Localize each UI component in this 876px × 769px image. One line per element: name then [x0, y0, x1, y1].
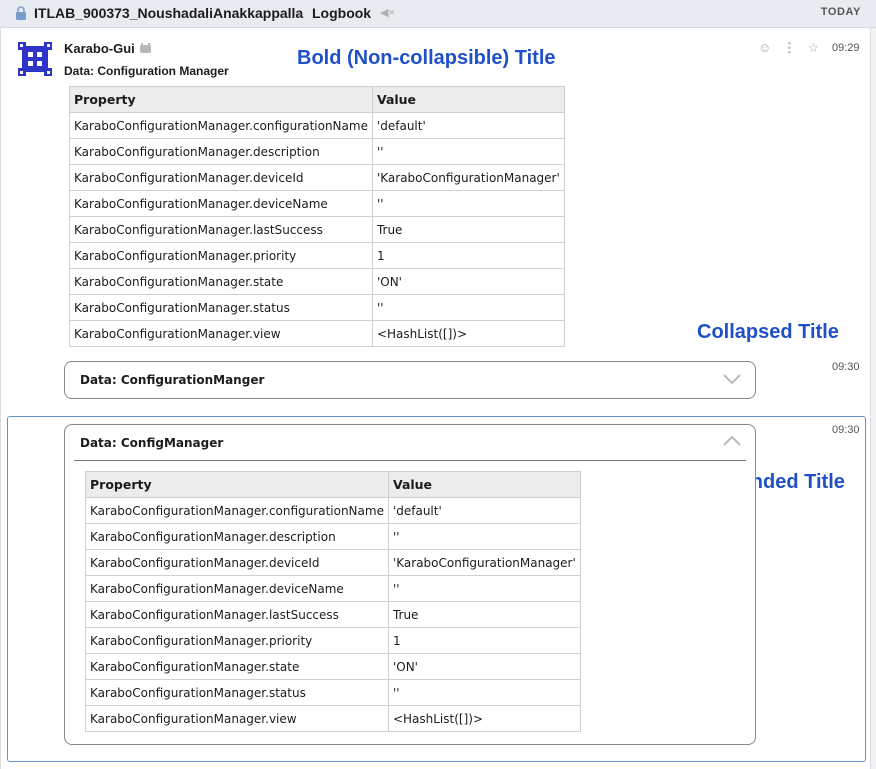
property-cell: KaraboConfigurationManager.deviceName	[69, 190, 373, 217]
lock-icon	[16, 6, 26, 20]
property-header: Property	[85, 471, 389, 498]
table-row: KaraboConfigurationManager.status ''	[69, 294, 565, 321]
value-cell: 1	[387, 627, 581, 654]
table-row: KaraboConfigurationManager.deviceId 'Kara…	[69, 164, 565, 191]
value-cell: 'KaraboConfigurationManager'	[387, 549, 581, 576]
value-cell: True	[371, 216, 565, 243]
annotation-bold-title: Bold (Non-collapsible) Title	[297, 47, 556, 69]
value-cell: ''	[387, 575, 581, 602]
property-cell: KaraboConfigurationManager.lastSuccess	[85, 601, 389, 628]
sender-name[interactable]: Karabo-Gui	[64, 41, 135, 56]
table-row: KaraboConfigurationManager.view <HashList…	[69, 320, 565, 347]
property-cell: KaraboConfigurationManager.description	[69, 138, 373, 165]
value-cell: 'ON'	[387, 653, 581, 680]
value-cell: <HashList([])>	[371, 320, 565, 347]
config-table: Property Value KaraboConfigurationManage…	[69, 86, 565, 347]
collapsed-block[interactable]: Data: ConfigurationManger	[64, 361, 756, 399]
collapsed-block-title: Data: ConfigurationManger	[80, 373, 265, 387]
property-cell: KaraboConfigurationManager.state	[85, 653, 389, 680]
property-cell: KaraboConfigurationManager.deviceId	[69, 164, 373, 191]
chevron-down-icon[interactable]	[723, 374, 741, 384]
table-row: KaraboConfigurationManager.status ''	[85, 679, 581, 706]
property-cell: KaraboConfigurationManager.view	[85, 705, 389, 732]
value-cell: ''	[387, 679, 581, 706]
table-row: KaraboConfigurationManager.priority 1	[85, 627, 581, 654]
value-cell: 'default'	[387, 497, 581, 524]
more-icon[interactable]: ⋮	[783, 40, 796, 55]
table-row: KaraboConfigurationManager.configuration…	[69, 112, 565, 139]
value-header: Value	[371, 86, 565, 113]
table-row: KaraboConfigurationManager.lastSuccess Tr…	[69, 216, 565, 243]
annotation-collapsed-title: Collapsed Title	[697, 321, 839, 343]
value-cell: ''	[371, 190, 565, 217]
property-cell: KaraboConfigurationManager.description	[85, 523, 389, 550]
message-actions: ☺ ⋮ ☆	[758, 40, 819, 56]
value-cell: ''	[371, 294, 565, 321]
table-row: KaraboConfigurationManager.state 'ON'	[69, 268, 565, 295]
emoji-icon[interactable]: ☺	[758, 40, 771, 55]
table-row: KaraboConfigurationManager.priority 1	[69, 242, 565, 269]
value-cell: 'KaraboConfigurationManager'	[371, 164, 565, 191]
value-cell: 'default'	[371, 112, 565, 139]
value-cell: ''	[387, 523, 581, 550]
property-cell: KaraboConfigurationManager.deviceId	[85, 549, 389, 576]
value-cell: 1	[371, 242, 565, 269]
message-time: 09:29	[832, 42, 860, 54]
message-title: Data: Configuration Manager	[64, 64, 229, 78]
table-row: KaraboConfigurationManager.deviceId 'Kara…	[85, 549, 581, 576]
value-cell: ''	[371, 138, 565, 165]
value-header: Value	[387, 471, 581, 498]
property-cell: KaraboConfigurationManager.priority	[69, 242, 373, 269]
expanded-block-title[interactable]: Data: ConfigManager	[80, 436, 223, 450]
property-cell: KaraboConfigurationManager.view	[69, 320, 373, 347]
value-cell: 'ON'	[371, 268, 565, 295]
bot-icon	[140, 43, 151, 53]
collapsed-block-time: 09:30	[832, 361, 860, 373]
avatar	[18, 42, 52, 76]
property-cell: KaraboConfigurationManager.lastSuccess	[69, 216, 373, 243]
date-divider: TODAY	[820, 6, 861, 18]
table-row: KaraboConfigurationManager.lastSuccess Tr…	[85, 601, 581, 628]
mute-icon[interactable]: ◀×	[380, 6, 395, 19]
expanded-block-time: 09:30	[832, 424, 860, 436]
value-cell: True	[387, 601, 581, 628]
table-row: KaraboConfigurationManager.state 'ON'	[85, 653, 581, 680]
property-cell: KaraboConfigurationManager.deviceName	[85, 575, 389, 602]
channel-header: ITLAB_900373_NoushadaliAnakkappalla › Lo…	[0, 0, 876, 28]
table-row: KaraboConfigurationManager.description ''	[69, 138, 565, 165]
star-icon[interactable]: ☆	[808, 40, 820, 55]
table-row: KaraboConfigurationManager.deviceName ''	[85, 575, 581, 602]
table-row: KaraboConfigurationManager.description ''	[85, 523, 581, 550]
table-row: KaraboConfigurationManager.deviceName ''	[69, 190, 565, 217]
property-cell: KaraboConfigurationManager.priority	[85, 627, 389, 654]
config-table-expanded: Property Value KaraboConfigurationManage…	[85, 471, 581, 732]
expanded-block-divider	[74, 460, 746, 461]
property-header: Property	[69, 86, 373, 113]
property-cell: KaraboConfigurationManager.status	[69, 294, 373, 321]
table-row: KaraboConfigurationManager.view <HashList…	[85, 705, 581, 732]
chevron-up-icon[interactable]	[723, 436, 741, 446]
property-cell: KaraboConfigurationManager.status	[85, 679, 389, 706]
value-cell: <HashList([])>	[387, 705, 581, 732]
property-cell: KaraboConfigurationManager.configuration…	[69, 112, 373, 139]
property-cell: KaraboConfigurationManager.state	[69, 268, 373, 295]
workspace-name[interactable]: ITLAB_900373_NoushadaliAnakkappalla	[34, 5, 303, 21]
table-row: KaraboConfigurationManager.configuration…	[85, 497, 581, 524]
breadcrumb-separator: ›	[297, 5, 302, 21]
channel-name[interactable]: Logbook	[312, 5, 371, 21]
property-cell: KaraboConfigurationManager.configuration…	[85, 497, 389, 524]
